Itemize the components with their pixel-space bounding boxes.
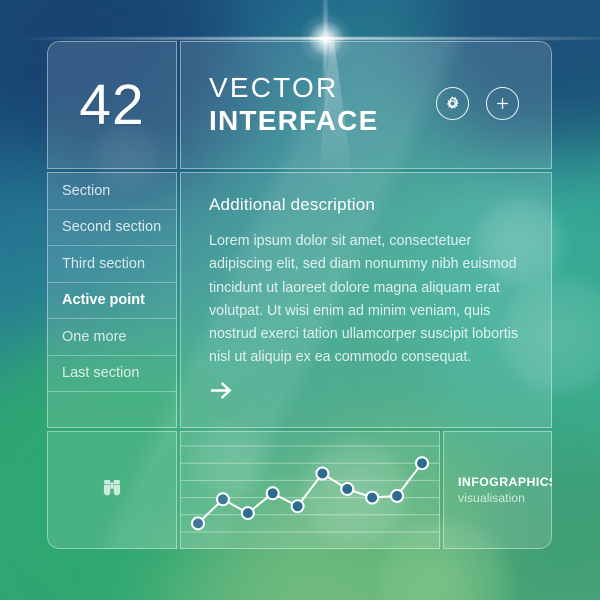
infographics-title: INFOGRAPHICS xyxy=(458,475,552,489)
description-body: Lorem ipsum dolor sit amet, consectetuer… xyxy=(209,233,519,366)
chart-point xyxy=(240,506,255,521)
chart-point xyxy=(290,499,305,514)
chart-point xyxy=(265,486,280,501)
plus-icon[interactable] xyxy=(486,87,519,120)
chart-points xyxy=(191,456,429,531)
page-title: VECTOR INTERFACE xyxy=(209,73,378,136)
description-heading: Additional description xyxy=(209,195,375,214)
infographics-cell: INFOGRAPHICS visualisation xyxy=(443,431,552,549)
chart-point xyxy=(390,488,405,503)
sidebar-filler xyxy=(48,392,176,429)
chart-point xyxy=(315,466,330,481)
sidebar-item-one-more[interactable]: One more xyxy=(48,319,176,356)
sidebar-item-third-section[interactable]: Third section xyxy=(48,246,176,283)
sidebar-item-label: Section xyxy=(62,182,111,199)
sidebar-item-label: Third section xyxy=(62,255,146,272)
sidebar-item-active-point[interactable]: Active point xyxy=(48,283,176,319)
sidebar-item-label: Active point xyxy=(62,292,145,309)
header-icon-group xyxy=(436,87,519,120)
description-cell: Additional description Lorem ipsum dolor… xyxy=(180,172,552,428)
gear-icon[interactable] xyxy=(436,87,469,120)
line-chart xyxy=(181,445,439,533)
chart-point xyxy=(215,492,230,507)
chart-cell xyxy=(180,431,440,549)
sidebar-item-second-section[interactable]: Second section xyxy=(48,210,176,246)
sidebar-item-label: Second section xyxy=(62,219,162,236)
screenshot-root: 42 VECTOR INTERFACE Section Second secti… xyxy=(0,0,600,600)
title-line-1: VECTOR xyxy=(209,72,339,103)
tool-cell xyxy=(47,431,177,549)
number-cell: 42 xyxy=(47,41,177,169)
arrow-right-icon[interactable] xyxy=(210,382,234,404)
sidebar-menu: Section Second section Third section Act… xyxy=(47,172,177,428)
binoculars-icon[interactable] xyxy=(99,475,125,506)
sidebar-item-last-section[interactable]: Last section xyxy=(48,356,176,392)
sidebar-item-section[interactable]: Section xyxy=(48,173,176,210)
sidebar-item-label: Last section xyxy=(62,365,140,382)
chart-point xyxy=(191,516,205,531)
glass-panel: 42 VECTOR INTERFACE Section Second secti… xyxy=(47,41,552,549)
number-value: 42 xyxy=(79,72,145,137)
sidebar-item-label: One more xyxy=(62,328,127,345)
title-line-2: INTERFACE xyxy=(209,105,379,137)
infographics-subtitle: visualisation xyxy=(458,491,525,505)
chart-point xyxy=(365,490,380,505)
header-cell: VECTOR INTERFACE xyxy=(180,41,552,169)
chart-point xyxy=(340,482,355,496)
chart-point xyxy=(415,456,429,471)
